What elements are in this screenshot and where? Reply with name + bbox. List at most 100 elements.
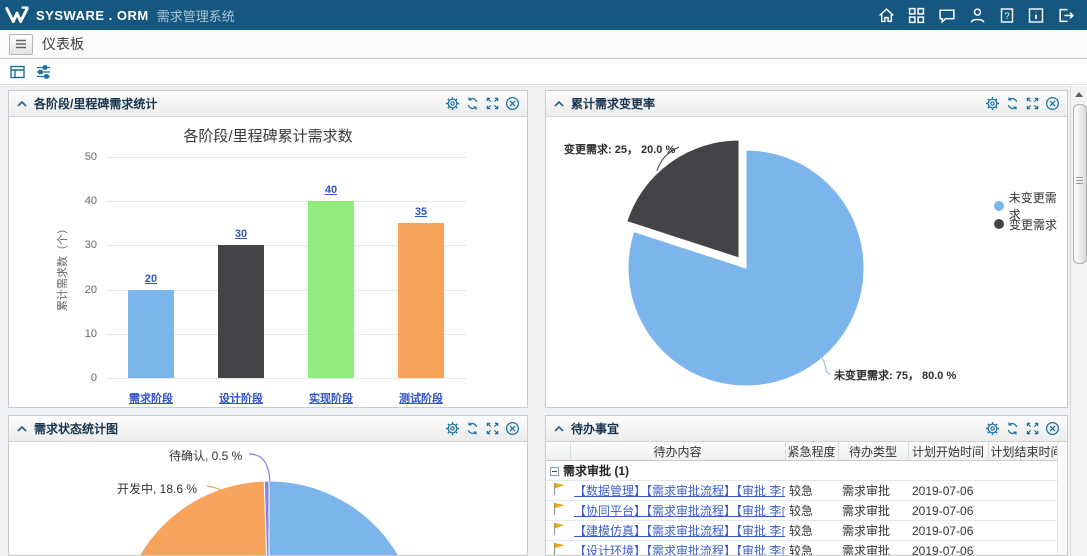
expand-icon[interactable] xyxy=(485,96,500,111)
dashboard-content: 各阶段/里程碑需求统计 各阶段/里程碑累计需求数累计需求数（个）01020304… xyxy=(0,86,1087,556)
panel-header: 待办事宜 xyxy=(546,416,1067,442)
start-date-cell-td: 2019-07-06 xyxy=(908,501,988,521)
message-icon[interactable] xyxy=(938,7,956,24)
close-icon[interactable] xyxy=(1045,421,1060,436)
logout-icon[interactable] xyxy=(1057,7,1075,24)
bar[interactable] xyxy=(218,245,264,378)
document-help-icon[interactable]: ? xyxy=(999,7,1015,24)
vertical-scrollbar[interactable] xyxy=(1070,86,1087,556)
page-title: 仪表板 xyxy=(42,34,84,54)
bar-value-label[interactable]: 35 xyxy=(396,206,446,218)
bar[interactable] xyxy=(128,290,174,378)
start-date-cell-td: 2019-07-06 xyxy=(908,541,988,556)
svg-text:?: ? xyxy=(1004,11,1009,21)
x-category-label[interactable]: 测试阶段 xyxy=(381,390,461,406)
x-category-label[interactable]: 设计阶段 xyxy=(201,390,281,406)
type-cell-td: 需求审批 xyxy=(838,481,908,501)
settings-icon[interactable] xyxy=(985,96,1000,111)
slice-label-changed: 变更需求: 25， 20.0 % xyxy=(564,141,675,157)
home-icon[interactable] xyxy=(878,7,895,24)
column-header[interactable]: 计划开始时间 xyxy=(908,442,988,461)
collapse-chevron-icon[interactable] xyxy=(553,99,565,109)
arrow-up-icon xyxy=(1075,92,1083,97)
group-row[interactable]: 需求审批 (1) xyxy=(546,461,1058,481)
collapse-minus-icon[interactable] xyxy=(550,467,559,476)
todo-content-link[interactable]: 【协同平台】【需求审批流程】【审批 李向薇】 xyxy=(574,504,785,518)
y-tick-label: 0 xyxy=(57,372,97,384)
expand-icon[interactable] xyxy=(1025,96,1040,111)
collapse-chevron-icon[interactable] xyxy=(553,424,565,434)
refresh-icon[interactable] xyxy=(1005,96,1020,111)
apps-grid-icon[interactable] xyxy=(908,7,925,24)
layout-columns-icon[interactable] xyxy=(9,64,26,80)
refresh-icon[interactable] xyxy=(465,96,480,111)
type-cell-td: 需求审批 xyxy=(838,501,908,521)
y-axis-label: 累计需求数（个） xyxy=(54,197,68,337)
y-tick-label: 20 xyxy=(57,284,97,296)
settings-icon[interactable] xyxy=(985,421,1000,436)
scrollbar-thumb[interactable] xyxy=(1073,104,1087,264)
bar[interactable] xyxy=(308,201,354,378)
legend-item[interactable]: 未变更需求 xyxy=(994,197,1067,215)
app-title: 需求管理系统 xyxy=(157,6,235,25)
todo-content-link-td[interactable]: 【建模仿真】【需求审批流程】【审批 李向薇】 xyxy=(570,521,785,541)
filter-sliders-icon[interactable] xyxy=(35,64,52,80)
todo-content-link-td[interactable]: 【协同平台】【需求审批流程】【审批 李向薇】 xyxy=(570,501,785,521)
bar-value-label[interactable]: 30 xyxy=(216,228,266,240)
column-header[interactable]: 紧急程度 xyxy=(785,442,838,461)
refresh-icon[interactable] xyxy=(1005,421,1020,436)
panel-change-rate: 累计需求变更率 变更需求: 25， 20.0 %未变更需求: 75， 80.0 … xyxy=(545,90,1068,408)
slice-label-unchanged: 未变更需求: 75， 80.0 % xyxy=(834,367,956,383)
todo-content-link[interactable]: 【建模仿真】【需求审批流程】【审批 李向薇】 xyxy=(574,524,785,538)
end-date-cell-td xyxy=(988,481,1058,501)
requirements-dashboard-app: SYSWARE . ORM 需求管理系统 ? 仪表板 各阶段/里程碑需求统计 xyxy=(0,0,1087,556)
status-pie-body: 开发中, 18.6 %待确认, 0.5 % xyxy=(9,442,527,555)
bar[interactable] xyxy=(398,223,444,378)
close-icon[interactable] xyxy=(505,421,520,436)
y-tick-label: 30 xyxy=(57,239,97,251)
collapse-chevron-icon[interactable] xyxy=(16,99,28,109)
bar-value-label[interactable]: 40 xyxy=(306,184,356,196)
column-header[interactable]: 计划结束时间 xyxy=(988,442,1058,461)
settings-icon[interactable] xyxy=(445,421,460,436)
change-rate-pie-body: 变更需求: 25， 20.0 % 未变更需求: 75， 80.0 % 未变更需求变更… xyxy=(546,117,1067,407)
pie-legend: 未变更需求变更需求 xyxy=(994,197,1067,233)
close-icon[interactable] xyxy=(505,96,520,111)
flag-icon xyxy=(552,482,564,496)
expand-icon[interactable] xyxy=(485,421,500,436)
brand-text: SYSWARE . ORM xyxy=(36,8,149,23)
collapse-chevron-icon[interactable] xyxy=(16,424,28,434)
todo-content-link[interactable]: 【设计环境】【需求审批流程】【审批 李向薇】 xyxy=(574,544,785,555)
settings-icon[interactable] xyxy=(445,96,460,111)
expand-icon[interactable] xyxy=(1025,421,1040,436)
todo-content-link-td[interactable]: 【数据管理】【需求审批流程】【审批 李向薇】 xyxy=(570,481,785,501)
flag-cell-td xyxy=(546,501,570,521)
column-header[interactable]: 待办内容 xyxy=(570,442,785,461)
user-icon[interactable] xyxy=(969,7,986,24)
legend-label: 变更需求 xyxy=(1009,216,1057,233)
x-category-label[interactable]: 需求阶段 xyxy=(111,390,191,406)
todo-table-scrollbar[interactable] xyxy=(1057,442,1067,555)
bar-value-label[interactable]: 20 xyxy=(126,273,176,285)
panel-actions xyxy=(985,421,1060,436)
todo-content-link[interactable]: 【数据管理】【需求审批流程】【审批 李向薇】 xyxy=(574,484,785,498)
end-date-cell-td xyxy=(988,541,1058,556)
panel-header: 需求状态统计图 xyxy=(9,416,527,442)
menu-icon[interactable] xyxy=(9,34,33,55)
sysware-logo xyxy=(4,4,30,26)
todo-row: 【设计环境】【需求审批流程】【审批 李向薇】较急需求审批2019-07-06 xyxy=(546,541,1058,556)
grid-line xyxy=(106,378,466,379)
top-header: SYSWARE . ORM 需求管理系统 ? xyxy=(0,0,1087,30)
pie-slice[interactable] xyxy=(246,481,419,555)
info-icon[interactable] xyxy=(1028,7,1044,24)
flag-icon xyxy=(552,542,564,555)
flag-cell-td xyxy=(546,481,570,501)
refresh-icon[interactable] xyxy=(465,421,480,436)
panel-title: 待办事宜 xyxy=(571,420,619,437)
scroll-up-button[interactable] xyxy=(1071,86,1087,102)
legend-item[interactable]: 变更需求 xyxy=(994,215,1067,233)
column-header[interactable]: 待办类型 xyxy=(838,442,908,461)
close-icon[interactable] xyxy=(1045,96,1060,111)
todo-content-link-td[interactable]: 【设计环境】【需求审批流程】【审批 李向薇】 xyxy=(570,541,785,556)
x-category-label[interactable]: 实现阶段 xyxy=(291,390,371,406)
